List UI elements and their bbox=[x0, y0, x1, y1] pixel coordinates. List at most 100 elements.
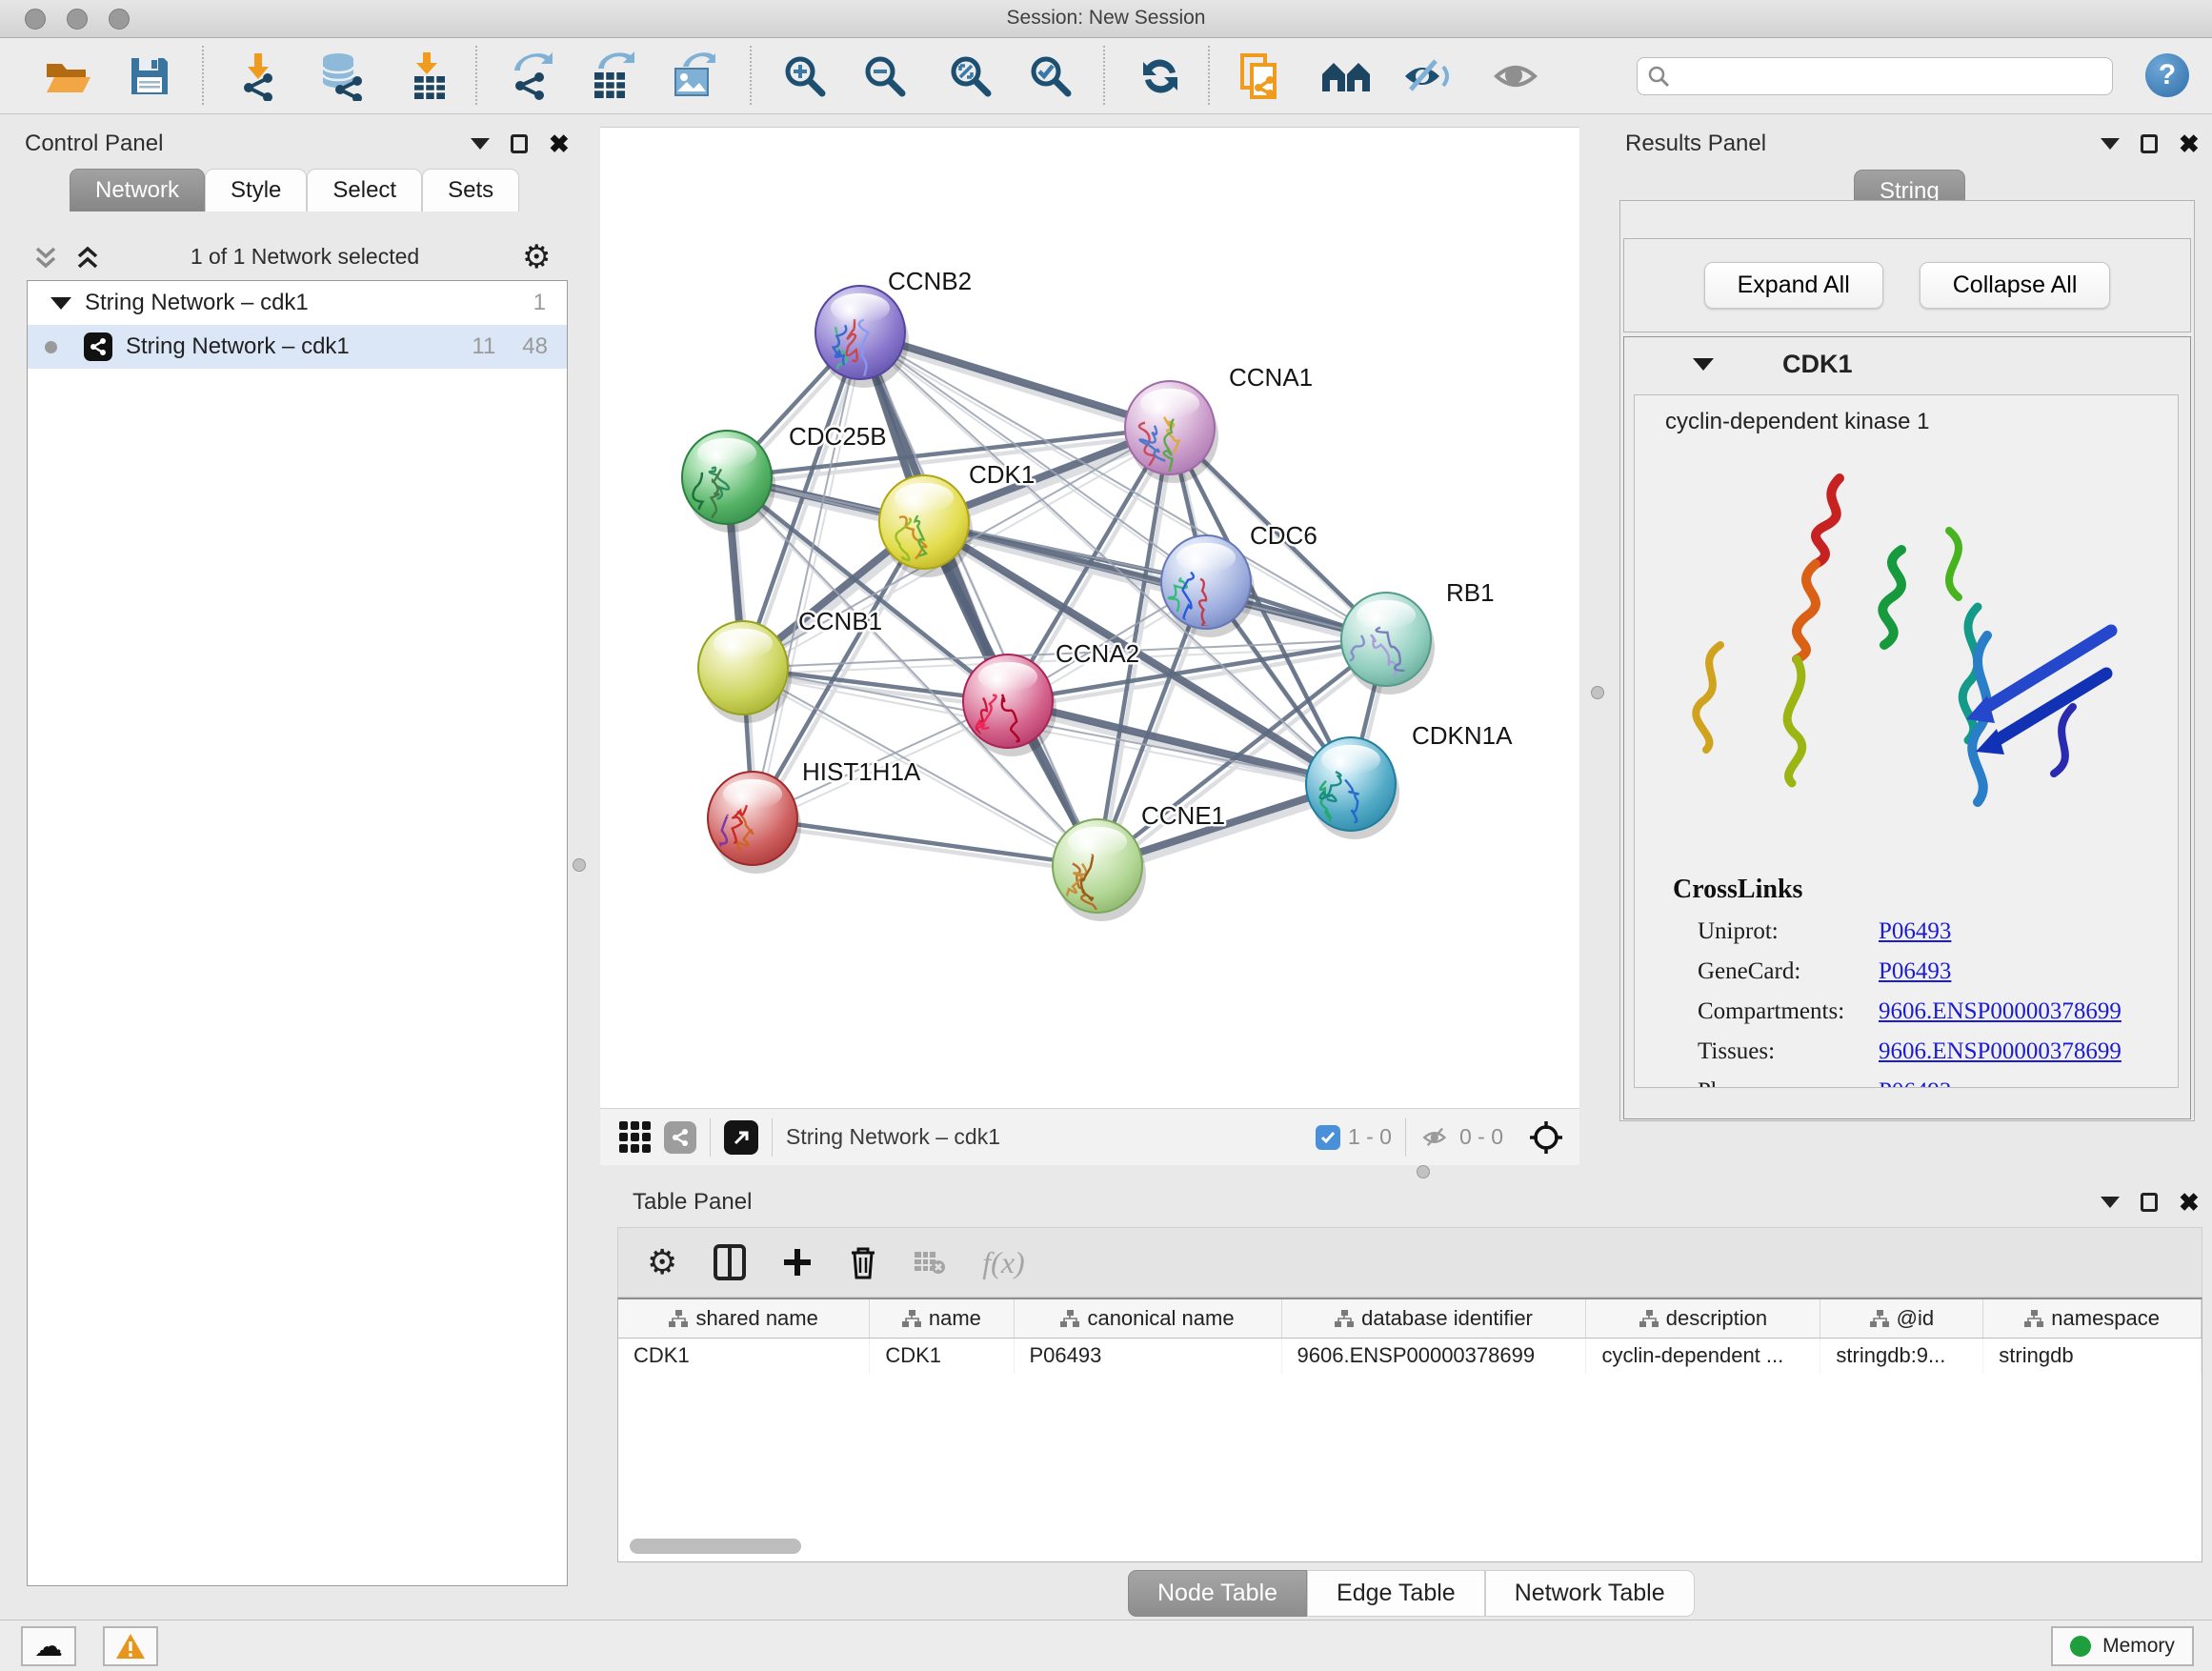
table-panel-close-icon[interactable]: ✖ bbox=[2179, 1193, 2200, 1212]
tab-style[interactable]: Style bbox=[205, 169, 307, 211]
table-cell[interactable]: 9606.ENSP00000378699 bbox=[1281, 1338, 1586, 1374]
apply-layout-button[interactable] bbox=[1135, 50, 1186, 102]
collapse-all-button[interactable]: Collapse All bbox=[1920, 262, 2111, 309]
table-horizontal-scrollbar[interactable] bbox=[630, 1539, 801, 1554]
divider bbox=[772, 1118, 773, 1157]
section-expander-icon[interactable] bbox=[1693, 358, 1714, 371]
right-splitter-handle[interactable] bbox=[1591, 686, 1604, 699]
expand-all-tree-icon[interactable] bbox=[74, 244, 101, 272]
open-session-button[interactable] bbox=[42, 50, 93, 102]
cloud-button[interactable]: ☁ bbox=[21, 1626, 76, 1666]
column-header-name[interactable]: name bbox=[870, 1299, 1014, 1338]
help-button[interactable]: ? bbox=[2145, 53, 2189, 97]
column-header-namespace[interactable]: namespace bbox=[1983, 1299, 2202, 1338]
fit-content-crosshair-icon[interactable] bbox=[1528, 1119, 1564, 1156]
show-graphics-button[interactable] bbox=[1490, 50, 1541, 102]
export-network-button[interactable] bbox=[505, 50, 556, 102]
hide-unhide-button[interactable] bbox=[1400, 50, 1452, 102]
results-panel-close-icon[interactable]: ✖ bbox=[2179, 134, 2200, 153]
tab-sets[interactable]: Sets bbox=[422, 169, 519, 211]
column-header--id[interactable]: @id bbox=[1820, 1299, 1983, 1338]
copy-network-icon bbox=[1238, 51, 1284, 101]
collapse-all-tree-icon[interactable] bbox=[32, 244, 59, 272]
crosslink-row: GeneCard:P06493 bbox=[1698, 958, 2178, 985]
crosslink-link[interactable]: 9606.ENSP00000378699 bbox=[1879, 998, 2122, 1025]
network-node-CDC25B[interactable] bbox=[682, 431, 775, 535]
node-label-CDC25B: CDC25B bbox=[789, 422, 887, 451]
column-header-shared-name[interactable]: shared name bbox=[618, 1299, 870, 1338]
zoom-fit-button[interactable] bbox=[945, 50, 996, 102]
delete-table-icon[interactable] bbox=[914, 1248, 946, 1277]
results-panel-float-icon[interactable] bbox=[2101, 138, 2120, 150]
left-splitter-handle[interactable] bbox=[573, 858, 586, 872]
zoom-selected-button[interactable] bbox=[1025, 50, 1076, 102]
save-session-button[interactable] bbox=[124, 50, 175, 102]
import-network-from-database-button[interactable] bbox=[315, 50, 367, 102]
crosslink-link[interactable]: 9606.ENSP00000378699 bbox=[1879, 1038, 2122, 1065]
horizontal-splitter-handle[interactable] bbox=[1417, 1165, 1430, 1178]
column-type-icon bbox=[1639, 1310, 1659, 1327]
crosslink-link[interactable]: P06493 bbox=[1879, 1078, 1951, 1088]
memory-button[interactable]: Memory bbox=[2051, 1626, 2194, 1666]
eye-icon bbox=[1491, 55, 1540, 97]
table-row[interactable]: CDK1CDK1P064939606.ENSP00000378699cyclin… bbox=[618, 1338, 2202, 1374]
birds-eye-view-icon[interactable] bbox=[619, 1121, 651, 1153]
function-builder-icon[interactable]: f(x) bbox=[982, 1245, 1024, 1280]
edge-CCNB2-CCNE1[interactable] bbox=[860, 332, 1097, 866]
column-header-database-identifier[interactable]: database identifier bbox=[1281, 1299, 1586, 1338]
network-type-badge-icon[interactable] bbox=[664, 1121, 696, 1154]
node-label-CCNA2: CCNA2 bbox=[1056, 639, 1139, 668]
tree-expander-icon[interactable] bbox=[50, 297, 71, 310]
selected-checkbox-icon[interactable] bbox=[1316, 1125, 1340, 1150]
network-node-HIST1H1A[interactable] bbox=[708, 772, 801, 878]
crosslink-link[interactable]: P06493 bbox=[1879, 918, 1951, 945]
crosslink-link[interactable]: P06493 bbox=[1879, 958, 1951, 985]
tab-network[interactable]: Network bbox=[70, 169, 205, 211]
network-node-CCNA1[interactable] bbox=[1125, 381, 1218, 483]
tab-node-table[interactable]: Node Table bbox=[1128, 1570, 1307, 1617]
export-image-button[interactable] bbox=[666, 50, 717, 102]
table-cell[interactable]: stringdb bbox=[1983, 1338, 2202, 1374]
network-canvas[interactable]: CCNB2CCNA1CDC25BCDK1CDC6RB1CCNB1CCNA2CDK… bbox=[600, 127, 1579, 1108]
column-header-canonical-name[interactable]: canonical name bbox=[1014, 1299, 1281, 1338]
expand-all-button[interactable]: Expand All bbox=[1704, 262, 1883, 309]
table-cell[interactable]: cyclin-dependent ... bbox=[1586, 1338, 1820, 1374]
zoom-out-button[interactable] bbox=[859, 50, 911, 102]
network-row-selected[interactable]: String Network – cdk1 11 48 bbox=[28, 325, 567, 369]
control-panel-maximize-icon[interactable] bbox=[511, 134, 528, 153]
zoom-in-button[interactable] bbox=[779, 50, 831, 102]
search-input[interactable] bbox=[1670, 64, 2089, 89]
select-columns-icon[interactable] bbox=[714, 1244, 746, 1280]
table-cell[interactable]: CDK1 bbox=[870, 1338, 1014, 1374]
table-gear-icon[interactable]: ⚙ bbox=[647, 1242, 677, 1282]
results-panel-title: Results Panel bbox=[1625, 131, 1766, 157]
gene-section-header[interactable]: CDK1 bbox=[1624, 337, 2190, 391]
network-node-CDK1[interactable] bbox=[879, 475, 973, 577]
import-table-button[interactable] bbox=[403, 50, 454, 102]
column-header-description[interactable]: description bbox=[1586, 1299, 1820, 1338]
table-cell[interactable]: CDK1 bbox=[618, 1338, 870, 1374]
control-panel-close-icon[interactable]: ✖ bbox=[549, 134, 570, 153]
delete-column-icon[interactable] bbox=[849, 1245, 877, 1279]
table-panel-maximize-icon[interactable] bbox=[2141, 1193, 2158, 1212]
network-collection-row[interactable]: String Network – cdk1 1 bbox=[28, 281, 567, 325]
open-in-window-icon[interactable] bbox=[724, 1120, 758, 1155]
network-panel-gear-icon[interactable]: ⚙ bbox=[522, 238, 551, 276]
table-cell[interactable]: P06493 bbox=[1014, 1338, 1281, 1374]
edge-count: 48 bbox=[522, 333, 548, 360]
tab-edge-table[interactable]: Edge Table bbox=[1307, 1570, 1485, 1617]
tab-network-table[interactable]: Network Table bbox=[1485, 1570, 1695, 1617]
export-table-button[interactable] bbox=[585, 50, 636, 102]
results-panel-maximize-icon[interactable] bbox=[2141, 134, 2158, 153]
table-cell[interactable]: stringdb:9... bbox=[1820, 1338, 1983, 1374]
add-column-icon[interactable] bbox=[782, 1247, 813, 1278]
warnings-button[interactable] bbox=[103, 1626, 158, 1666]
table-panel-float-icon[interactable] bbox=[2101, 1197, 2120, 1208]
tab-select[interactable]: Select bbox=[307, 169, 422, 211]
clone-network-button[interactable] bbox=[1236, 50, 1287, 102]
control-panel-float-icon[interactable] bbox=[471, 138, 490, 150]
import-network-button[interactable] bbox=[232, 50, 284, 102]
home-button[interactable] bbox=[1320, 50, 1372, 102]
network-node-CDKN1A[interactable] bbox=[1306, 737, 1399, 839]
network-node-CCNE1[interactable] bbox=[1053, 819, 1146, 921]
